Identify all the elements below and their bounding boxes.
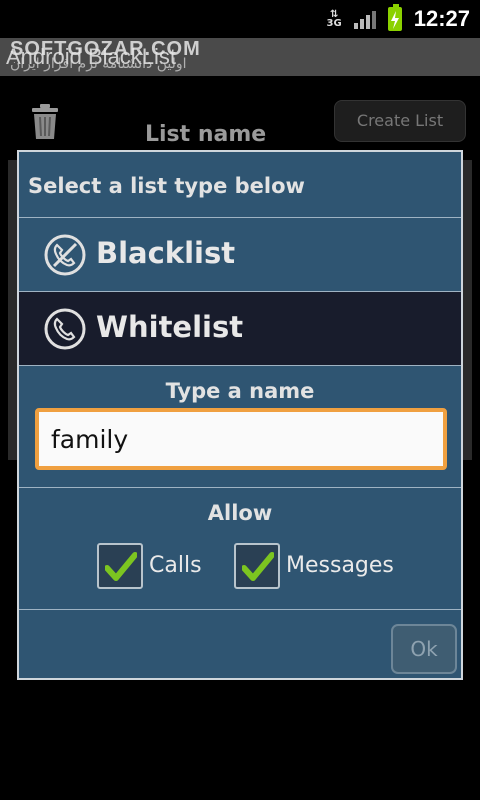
- option-label: Whitelist: [96, 310, 244, 344]
- option-blacklist[interactable]: Blacklist: [19, 218, 461, 292]
- calls-checkbox-label[interactable]: Calls: [149, 553, 202, 578]
- calls-checkbox[interactable]: [97, 543, 143, 589]
- dialog-title-bar: Select a list type below: [19, 152, 461, 218]
- messages-checkbox-label[interactable]: Messages: [286, 553, 394, 578]
- battery-charging-icon: [387, 4, 402, 31]
- phone-blocked-icon: [44, 234, 86, 276]
- messages-checkbox[interactable]: [234, 543, 280, 589]
- checkmark-icon: [105, 552, 137, 581]
- background-list-edge: [463, 160, 472, 460]
- list-name-input[interactable]: [35, 408, 447, 470]
- watermark-subtitle: اولین دانشنامه نرم افزار ایران: [10, 56, 187, 72]
- list-type-dialog: Select a list type below Blacklist White…: [17, 150, 463, 680]
- ok-button[interactable]: Ok: [391, 624, 457, 674]
- option-whitelist[interactable]: Whitelist: [19, 292, 461, 366]
- checkmark-icon: [242, 552, 274, 581]
- status-time: 12:27: [413, 6, 470, 31]
- name-section: Type a name: [19, 366, 461, 488]
- signal-strength-icon: [353, 9, 376, 29]
- name-field-label: Type a name: [165, 379, 315, 403]
- app-title-bar: Android BlackList SOFTGOZAR.COM اولین دا…: [0, 38, 480, 76]
- network-3g-icon: ⇅ 3G: [326, 9, 342, 29]
- option-label: Blacklist: [96, 236, 236, 270]
- dialog-title: Select a list type below: [28, 174, 305, 198]
- status-bar: ⇅ 3G 12:27: [0, 0, 480, 38]
- allow-label: Allow: [207, 501, 273, 525]
- allow-section: Allow Calls Messages: [19, 488, 461, 610]
- list-name-label: List name: [145, 122, 267, 147]
- phone-icon: [44, 308, 86, 350]
- create-list-button[interactable]: Create List: [334, 100, 466, 142]
- background-list-edge: [8, 160, 17, 460]
- trash-icon[interactable]: [30, 102, 60, 140]
- network-type-label: 3G: [326, 18, 342, 29]
